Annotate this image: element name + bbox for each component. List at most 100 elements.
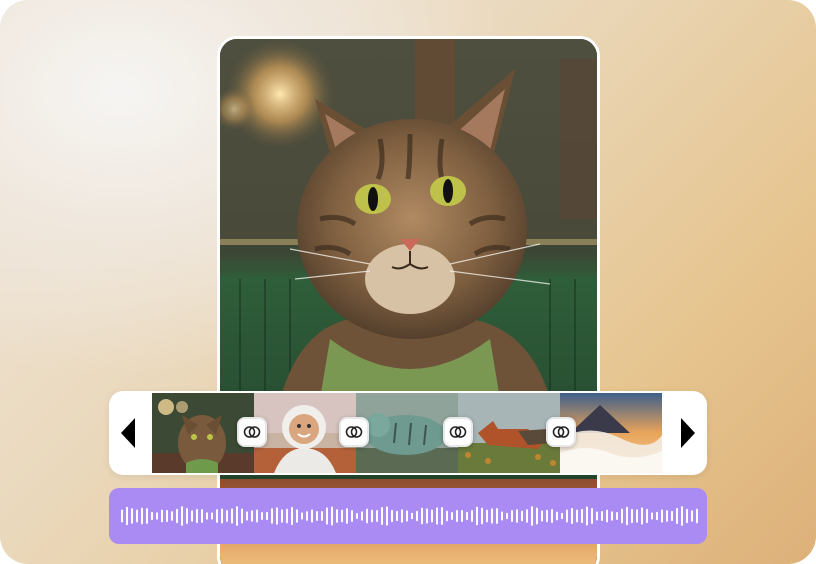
- waveform-bar: [351, 510, 353, 522]
- waveform-bar: [486, 509, 488, 523]
- waveform-bar: [181, 506, 183, 526]
- waveform-bar: [621, 508, 623, 524]
- waveform-bar: [381, 507, 383, 525]
- waveform-bar: [616, 511, 618, 521]
- waveform-bar: [476, 506, 478, 526]
- waveform-bar: [601, 511, 603, 521]
- transition-rings-icon: [449, 426, 467, 438]
- waveform-bar: [496, 508, 498, 524]
- waveform-bar: [441, 507, 443, 525]
- waveform-bar: [541, 510, 543, 522]
- waveform-bar: [456, 509, 458, 523]
- waveform-bar: [696, 508, 698, 524]
- waveform-bar: [691, 510, 693, 522]
- waveform-bar: [261, 511, 263, 521]
- waveform-bar: [566, 509, 568, 523]
- waveform-bar: [131, 508, 133, 524]
- waveform-bar: [336, 509, 338, 523]
- waveform-bar: [666, 510, 668, 522]
- waveform-bar: [286, 508, 288, 524]
- waveform-bar: [241, 508, 243, 524]
- waveform-bar: [561, 512, 563, 520]
- waveform-bar: [626, 506, 628, 526]
- waveform-bar: [401, 509, 403, 523]
- triangle-left-icon: [121, 418, 135, 448]
- waveform-bar: [516, 509, 518, 523]
- waveform-bar: [646, 508, 648, 524]
- clip-timeline: [109, 391, 707, 475]
- waveform-bar: [526, 509, 528, 523]
- scroll-right-button[interactable]: [667, 391, 707, 475]
- waveform-bar: [196, 508, 198, 524]
- waveform-bar: [481, 507, 483, 525]
- clip-list: [152, 393, 662, 473]
- waveform-bar: [321, 510, 323, 522]
- cat-portrait-image: [220, 39, 597, 564]
- waveform-bar: [236, 506, 238, 526]
- waveform-bar: [396, 510, 398, 522]
- waveform-bar: [331, 506, 333, 526]
- waveform-bar: [376, 510, 378, 522]
- waveform-bar: [506, 512, 508, 520]
- waveform-bar: [631, 508, 633, 524]
- waveform-bar: [461, 510, 463, 522]
- waveform-bar: [186, 508, 188, 524]
- waveform-bar: [686, 508, 688, 524]
- transition-button[interactable]: [443, 417, 473, 447]
- waveform-bar: [571, 507, 573, 525]
- waveform-bar: [636, 509, 638, 523]
- waveform-bar: [416, 510, 418, 522]
- waveform-bar: [161, 509, 163, 523]
- waveform-bar: [276, 507, 278, 525]
- transition-button[interactable]: [546, 417, 576, 447]
- waveform-bar: [536, 507, 538, 525]
- waveform-bar: [551, 508, 553, 524]
- waveform-bar: [296, 509, 298, 523]
- waveform-bar: [676, 507, 678, 525]
- waveform-bar: [156, 512, 158, 520]
- transition-rings-icon: [345, 426, 363, 438]
- video-preview[interactable]: [217, 36, 600, 564]
- waveform-bar: [651, 512, 653, 520]
- waveform-bar: [316, 510, 318, 522]
- waveform-bar: [466, 511, 468, 521]
- scroll-left-button[interactable]: [109, 391, 149, 475]
- transition-rings-icon: [552, 426, 570, 438]
- waveform-bar: [146, 508, 148, 524]
- waveform-bar: [246, 511, 248, 521]
- waveform-bar: [406, 510, 408, 522]
- triangle-right-icon: [681, 418, 695, 448]
- waveform-bar: [661, 509, 663, 523]
- waveform-bar: [471, 509, 473, 523]
- waveform-bar: [281, 509, 283, 523]
- waveform-bar: [266, 511, 268, 521]
- waveform-bar: [311, 509, 313, 523]
- waveform-bar: [576, 509, 578, 523]
- waveform-bar: [546, 509, 548, 523]
- waveform-bar: [411, 512, 413, 520]
- waveform-bar: [201, 509, 203, 523]
- waveform-bar: [491, 508, 493, 524]
- waveform-bar: [326, 507, 328, 525]
- waveform-bar: [271, 508, 273, 524]
- waveform-bar: [426, 508, 428, 524]
- transition-rings-icon: [243, 426, 261, 438]
- waveform-bar: [371, 509, 373, 523]
- waveform-bar: [361, 511, 363, 521]
- waveform-bar: [656, 511, 658, 521]
- audio-track[interactable]: [109, 488, 707, 544]
- transition-button[interactable]: [237, 417, 267, 447]
- app-canvas: [0, 0, 816, 564]
- waveform-bar: [446, 510, 448, 522]
- waveform-bar: [431, 509, 433, 523]
- waveform-bar: [231, 508, 233, 524]
- waveform: [121, 506, 698, 526]
- waveform-bar: [221, 508, 223, 524]
- waveform-bar: [176, 508, 178, 524]
- waveform-bar: [366, 508, 368, 524]
- waveform-bar: [166, 509, 168, 523]
- transition-button[interactable]: [339, 417, 369, 447]
- waveform-bar: [341, 509, 343, 523]
- clip-wolf[interactable]: [458, 393, 560, 473]
- waveform-bar: [171, 511, 173, 521]
